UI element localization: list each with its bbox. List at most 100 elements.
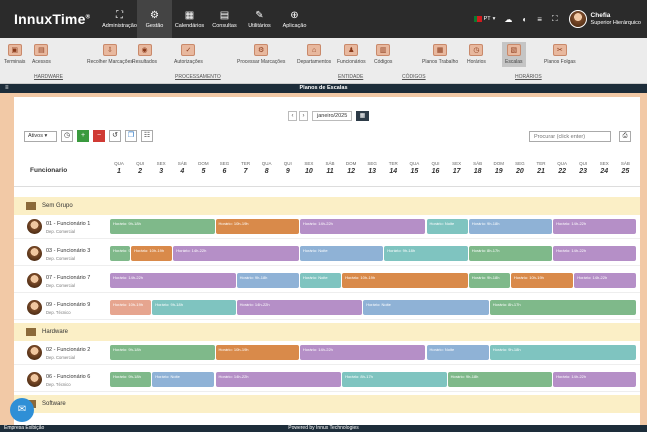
employee-row[interactable]: 01 - Funcionário 1 Dep. Comercial Horário:… xyxy=(14,215,640,239)
module-consultas[interactable]: ▤ Consultas xyxy=(207,0,242,38)
prev-month-button[interactable]: ‹ xyxy=(288,111,297,121)
shift-bar[interactable]: Horário: 9h-18h xyxy=(110,246,131,261)
shift-bar[interactable]: Horário: 14h-22h xyxy=(173,246,299,261)
submenu-item-schedule[interactable]: ◷ Horários xyxy=(467,44,486,65)
submenu-item-department[interactable]: ⌂ Departamentos xyxy=(297,44,331,65)
shift-bar[interactable]: Horário: 10h-19h xyxy=(510,273,574,288)
submenu-item-codes[interactable]: ▥ Códigos xyxy=(374,44,392,65)
shift-bar[interactable]: Horário: 10h-19h xyxy=(215,219,299,234)
shift-bar[interactable]: Horário: 14h-22h xyxy=(110,273,236,288)
submenu-item-authorization[interactable]: ✓ Autorizações xyxy=(174,44,203,65)
submenu-item-access[interactable]: ▤ Acessos xyxy=(32,44,51,65)
employee-name[interactable]: 01 - Funcionário 1 xyxy=(46,221,90,227)
module-aplicação[interactable]: ⊕ Aplicação xyxy=(277,0,312,38)
submenu-item-collect[interactable]: ⇩ Recolher Marcações xyxy=(87,44,133,65)
employee-name[interactable]: 06 - Funcionário 6 xyxy=(46,374,90,380)
shift-bar[interactable]: Horário: Noite xyxy=(426,219,468,234)
submenu-item-day-off[interactable]: ✂ Planos Folgas xyxy=(544,44,576,65)
employee-row[interactable]: 09 - Funcionário 9 Dep. Técnico Horário: 1… xyxy=(14,296,640,320)
shift-bar[interactable]: Horário: Noite xyxy=(426,345,489,360)
shift-bar[interactable]: Horário: 14h-22h xyxy=(299,345,426,360)
shift-bar[interactable]: Horário: 9h-18h xyxy=(110,372,152,387)
module-utilitários[interactable]: ✎ Utilitários xyxy=(242,0,277,38)
shift-bar[interactable]: Horário: 9h-18h xyxy=(236,273,299,288)
shift-bar[interactable]: Horário: 9h-18h xyxy=(152,300,236,315)
shift-bar[interactable]: Horário: 14h-22h xyxy=(553,219,637,234)
hamburger-icon[interactable]: ≡ xyxy=(5,84,9,93)
employee-name[interactable]: 09 - Funcionário 9 xyxy=(46,302,90,308)
employee-row[interactable]: 06 - Funcionário 6 Dep. Técnico Horário: 9… xyxy=(14,368,640,392)
clock-icon[interactable]: ◷ xyxy=(61,130,73,142)
fullscreen-icon[interactable]: ⛶ xyxy=(552,14,558,24)
shift-bar[interactable]: Horário: 10h-19h xyxy=(131,246,173,261)
shift-bar[interactable]: Horário: 14h-22h xyxy=(299,219,426,234)
next-month-button[interactable]: › xyxy=(299,111,308,121)
search-input[interactable] xyxy=(529,131,611,142)
submenu-item-results[interactable]: ◉ Resultados xyxy=(132,44,157,65)
employee-row[interactable]: 02 - Funcionário 2 Dep. Comercial Horário:… xyxy=(14,341,640,365)
shift-bar[interactable]: Horário: 10h-19h xyxy=(342,273,468,288)
copy-icon[interactable]: ❐ xyxy=(125,130,137,142)
language-selector[interactable]: PT ▾ xyxy=(473,16,495,22)
shift-bar[interactable]: Horário: 8h-17h xyxy=(342,372,447,387)
add-button[interactable]: + xyxy=(77,130,89,142)
shift-bar[interactable]: Horário: 9h-18h xyxy=(468,219,553,234)
shift-bar[interactable]: Horário: Noite xyxy=(363,300,489,315)
submenu-item-terminal[interactable]: ▣ Terminais xyxy=(4,44,25,65)
shift-bar[interactable]: Horário: Noite xyxy=(152,372,215,387)
submenu-item-rota[interactable]: ▧ Escalas xyxy=(502,42,526,67)
shift-bar[interactable]: Horário: 14h-22h xyxy=(215,372,342,387)
bubbles-icon[interactable]: ☁ xyxy=(504,15,512,24)
shift-bar[interactable]: Horário: 14h-22h xyxy=(553,246,637,261)
module-nav: ⛶ Administração ⚙ Gestão ▦ Calendários ▤ Consul… xyxy=(102,0,312,38)
chat-button[interactable]: ✉ xyxy=(10,398,34,422)
module-label: Calendários xyxy=(174,22,205,29)
month-field[interactable]: janeiro/2025 xyxy=(312,111,352,121)
group-header-software[interactable]: Software xyxy=(14,395,640,413)
shift-bar[interactable]: Horário: Noite xyxy=(299,246,384,261)
status-filter-select[interactable]: Ativos ▾ xyxy=(24,130,57,142)
submenu-item-employee[interactable]: ♟ Funcionários xyxy=(337,44,366,65)
palette-icon[interactable]: ◐ xyxy=(522,15,527,24)
employee-name[interactable]: 03 - Funcionário 3 xyxy=(46,248,90,254)
shift-bar[interactable]: Horário: 9h-18h xyxy=(384,246,468,261)
shift-bar[interactable]: Horário: 9h-18h xyxy=(468,273,510,288)
submenu-item-process[interactable]: ⚙ Processar Marcações xyxy=(237,44,285,65)
module-calendários[interactable]: ▦ Calendários xyxy=(172,0,207,38)
shift-bar[interactable]: Horário: 9h-18h xyxy=(110,345,215,360)
employee-row[interactable]: 03 - Funcionário 3 Dep. Comercial Horário:… xyxy=(14,242,640,266)
weekday-label: QUI xyxy=(431,161,440,166)
shift-bar[interactable]: Horário: 10h-19h xyxy=(215,345,299,360)
shift-bar[interactable]: Horário: 8h-17h xyxy=(489,300,637,315)
menu-icon[interactable]: ≡ xyxy=(537,15,542,24)
group-name: Hardware xyxy=(42,329,69,335)
shift-bar[interactable]: Horário: Noite xyxy=(299,273,342,288)
app-logo[interactable]: InnuxTime® xyxy=(14,11,102,27)
submenu-item-work-plan[interactable]: ▦ Planos Trabalho xyxy=(422,44,458,65)
print-icon[interactable]: ⎙ xyxy=(619,131,631,142)
remove-button[interactable]: − xyxy=(93,130,105,142)
employee-name[interactable]: 02 - Funcionário 2 xyxy=(46,347,90,353)
module-administração[interactable]: ⛶ Administração xyxy=(102,0,137,38)
shift-bar[interactable]: Horário: 14h-22h xyxy=(574,273,637,288)
weekday-label: SEX xyxy=(452,161,462,166)
team-icon[interactable]: ☷ xyxy=(141,130,153,142)
module-gestão[interactable]: ⚙ Gestão xyxy=(137,0,172,38)
shift-bar[interactable]: Horário: 9h-18h xyxy=(489,345,637,360)
group-header-sem-grupo[interactable]: Sem Grupo xyxy=(14,197,640,215)
user-avatar[interactable] xyxy=(568,10,587,28)
day-header: SEX 3 xyxy=(152,161,170,175)
employee-name[interactable]: 07 - Funcionário 7 xyxy=(46,275,90,281)
shift-bar[interactable]: Horário: 14h-22h xyxy=(553,372,637,387)
shift-bar[interactable]: Horário: 10h-19h xyxy=(110,300,152,315)
shift-bar[interactable]: Horário: 8h-17h xyxy=(468,246,553,261)
shift-bar[interactable]: Horário: 9h-18h xyxy=(110,219,215,234)
shift-bar[interactable]: Horário: 9h-18h xyxy=(447,372,553,387)
calendar-icon[interactable]: ▦ xyxy=(356,111,369,121)
user-info[interactable]: Chefia Superior Hierárquico xyxy=(591,12,641,27)
shift-bar[interactable]: Horário: 14h-22h xyxy=(236,300,363,315)
undo-icon[interactable]: ↺ xyxy=(109,130,121,142)
codes-icon: ▥ xyxy=(376,44,391,56)
employee-row[interactable]: 07 - Funcionário 7 Dep. Comercial Horário:… xyxy=(14,269,640,293)
group-header-hardware[interactable]: Hardware xyxy=(14,323,640,341)
